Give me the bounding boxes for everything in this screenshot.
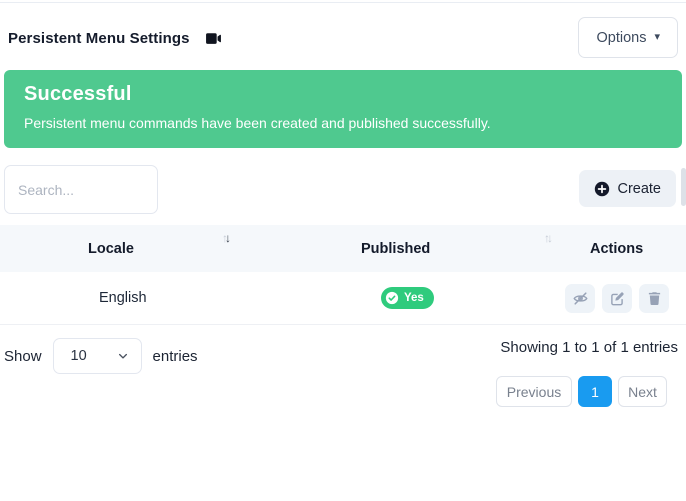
persistent-menu-settings-page: Persistent Menu Settings Options ▾ Succe…: [0, 0, 686, 501]
published-status-label: Yes: [404, 292, 424, 304]
pagination: Previous 1 Next: [496, 376, 667, 407]
page-header: Persistent Menu Settings Options ▾: [8, 17, 682, 59]
create-button[interactable]: Create: [579, 170, 676, 207]
table-header-row: Locale ↑↓ Published ↑↓ Actions: [0, 225, 686, 272]
pencil-square-icon: [610, 291, 625, 306]
success-alert: Successful Persistent menu commands have…: [4, 70, 682, 148]
published-status-badge: Yes: [381, 287, 434, 309]
plus-circle-icon: [594, 181, 610, 197]
chevron-down-icon: [117, 350, 129, 362]
create-button-label: Create: [617, 181, 661, 197]
delete-button[interactable]: [639, 284, 669, 313]
page-title: Persistent Menu Settings: [8, 30, 190, 47]
check-circle-icon: [385, 291, 399, 305]
success-alert-title: Successful: [24, 83, 662, 106]
options-button-label: Options: [596, 30, 646, 46]
eye-slash-icon: [572, 290, 589, 307]
sort-icon-published[interactable]: ↑↓: [544, 231, 550, 245]
success-alert-message: Persistent menu commands have been creat…: [24, 115, 662, 131]
row-actions: [565, 284, 669, 313]
column-header-actions: Actions: [590, 225, 643, 272]
page-size-control: Show 10 entries: [4, 338, 198, 374]
page-1-button[interactable]: 1: [578, 376, 612, 407]
previous-page-button[interactable]: Previous: [496, 376, 572, 407]
column-header-locale[interactable]: Locale: [88, 225, 134, 272]
page-size-value: 10: [71, 348, 117, 364]
top-divider: [0, 2, 686, 3]
hide-button[interactable]: [565, 284, 595, 313]
next-page-button[interactable]: Next: [618, 376, 667, 407]
search-input[interactable]: [4, 165, 158, 214]
column-header-published[interactable]: Published: [361, 225, 430, 272]
entries-label: entries: [153, 348, 198, 365]
sort-icon-locale[interactable]: ↑↓: [222, 231, 228, 245]
options-button[interactable]: Options ▾: [578, 17, 678, 58]
scrollbar-thumb[interactable]: [681, 168, 686, 206]
edit-button[interactable]: [602, 284, 632, 313]
trash-icon: [647, 291, 662, 306]
show-label: Show: [4, 348, 42, 365]
locale-cell: English: [99, 272, 147, 324]
table-row: English Yes: [0, 272, 686, 325]
caret-down-icon: ▾: [654, 32, 660, 43]
page-size-select[interactable]: 10: [53, 338, 142, 374]
results-summary: Showing 1 to 1 of 1 entries: [500, 339, 678, 356]
video-camera-icon: [205, 30, 222, 47]
